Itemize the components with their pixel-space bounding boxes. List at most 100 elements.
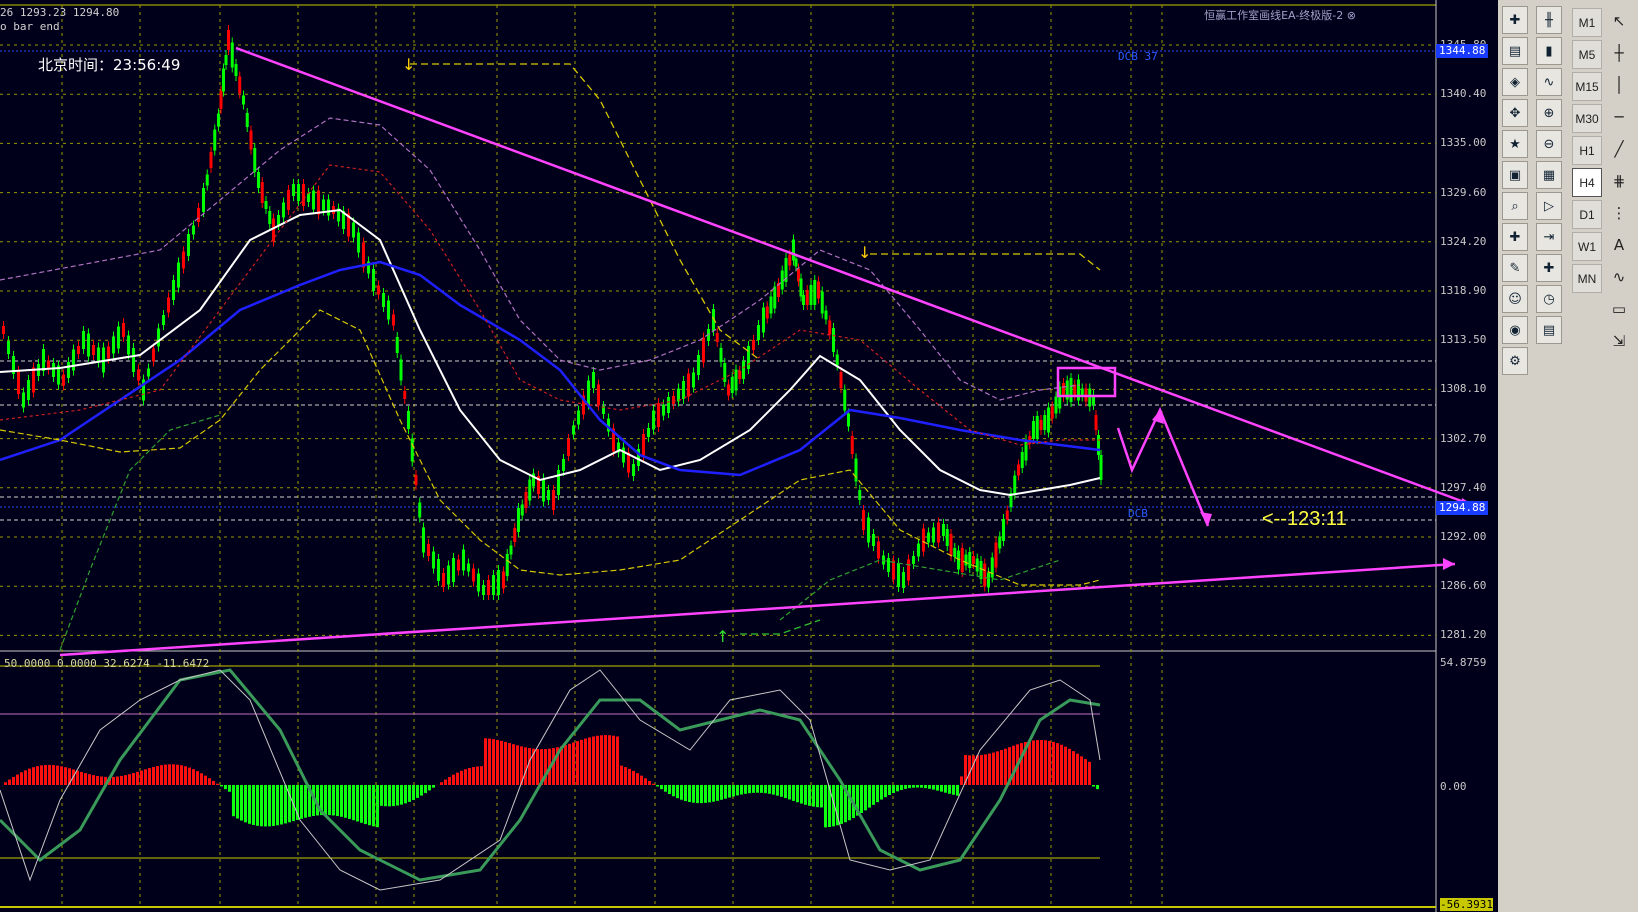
autoscroll-icon[interactable]: ▷: [1536, 192, 1562, 220]
fibonacci-icon[interactable]: ⋕: [1606, 166, 1632, 196]
crosshair-icon[interactable]: ┼: [1606, 38, 1632, 68]
indicators-icon[interactable]: ✚: [1536, 254, 1562, 282]
histogram-bar: [868, 785, 871, 808]
zoom-out-icon[interactable]: ⊖: [1536, 130, 1562, 158]
candle-body: [132, 348, 135, 372]
new-order-icon[interactable]: ✚: [1502, 223, 1528, 251]
histogram-bar: [932, 785, 935, 790]
metaeditor-icon[interactable]: ✎: [1502, 254, 1528, 282]
zoom-in-icon[interactable]: ⊕: [1536, 99, 1562, 127]
candle-body: [395, 337, 399, 353]
timeframe-m15[interactable]: M15: [1572, 72, 1602, 101]
equidistant-channel-icon[interactable]: ⋮: [1606, 198, 1632, 228]
trendline-icon[interactable]: ╱: [1606, 134, 1632, 164]
candle-chart-icon[interactable]: ▮: [1536, 37, 1562, 65]
candle-body: [757, 325, 760, 340]
timeframe-d1[interactable]: D1: [1572, 200, 1602, 229]
tile-windows-icon[interactable]: ▦: [1536, 161, 1562, 189]
price-axis-label: 1324.20: [1440, 234, 1487, 248]
timeframe-w1[interactable]: W1: [1572, 232, 1602, 261]
andrews-pitchfork-icon[interactable]: ∿: [1606, 262, 1632, 292]
new-chart-icon[interactable]: ✚: [1502, 6, 1528, 34]
candle-body: [719, 348, 723, 362]
arrow-icon[interactable]: ⇲: [1606, 326, 1632, 356]
histogram-bar: [372, 785, 375, 827]
templates-icon[interactable]: ▤: [1536, 316, 1562, 344]
histogram-bar: [212, 780, 215, 785]
histogram-bar: [184, 766, 187, 785]
candle-body: [1077, 379, 1080, 401]
candle-body: [517, 508, 520, 532]
terminal-icon[interactable]: ▣: [1502, 161, 1528, 189]
navigator-icon[interactable]: ✥: [1502, 99, 1528, 127]
line-chart-icon[interactable]: ∿: [1536, 68, 1562, 96]
candle-body: [727, 384, 730, 396]
histogram-bar: [232, 785, 235, 817]
histogram-bar: [128, 774, 131, 785]
histogram-bar: [368, 785, 371, 826]
histogram-bar: [732, 785, 735, 797]
timeframe-m30[interactable]: M30: [1572, 104, 1602, 133]
chart-area[interactable]: ↓ ↓ ↑ 26 1293.23 1294.80 o bar end 北京时间：23…: [0, 0, 1498, 912]
timeframe-h1[interactable]: H1: [1572, 136, 1602, 165]
timeframe-m5[interactable]: M5: [1572, 40, 1602, 69]
histogram-bar: [120, 775, 123, 785]
vertical-line-icon[interactable]: │: [1606, 70, 1632, 100]
histogram-bar: [796, 785, 799, 803]
histogram-bar: [20, 772, 23, 785]
candle-body: [528, 479, 532, 501]
histogram-bar: [784, 785, 787, 799]
histogram-bar: [336, 785, 339, 817]
candle-body: [697, 355, 700, 375]
histogram-bar: [800, 785, 803, 804]
candle-body: [372, 269, 375, 291]
candle-body: [788, 254, 792, 266]
candle-body: [858, 490, 862, 500]
histogram-bar: [452, 774, 455, 785]
candle-body: [234, 64, 238, 76]
profiles-icon[interactable]: ▤: [1502, 37, 1528, 65]
histogram-bar: [344, 785, 347, 818]
price-chart[interactable]: ↓ ↓ ↑: [0, 0, 1498, 912]
candle-body: [687, 373, 690, 397]
candle-body: [983, 563, 987, 587]
histogram-bar: [1072, 751, 1075, 785]
cursor-icon[interactable]: ↖: [1606, 6, 1632, 36]
timeframe-mn[interactable]: MN: [1572, 264, 1602, 293]
strategy-tester-icon[interactable]: ⌕: [1502, 192, 1528, 220]
histogram-bar: [1000, 750, 1003, 785]
bar-chart-icon[interactable]: ╫: [1536, 6, 1562, 34]
chart-shift-icon[interactable]: ⇥: [1536, 223, 1562, 251]
expert-icon[interactable]: ☺: [1502, 285, 1528, 313]
text-icon[interactable]: A: [1606, 230, 1632, 260]
rectangle-icon[interactable]: ▭: [1606, 294, 1632, 324]
timeframe-m1[interactable]: M1: [1572, 8, 1602, 37]
histogram-bar: [900, 785, 903, 790]
candle-body: [1035, 416, 1039, 439]
candle-body: [422, 527, 425, 553]
candle-body: [487, 580, 490, 595]
histogram-bar: [668, 785, 671, 795]
periods-icon[interactable]: ◷: [1536, 285, 1562, 313]
candle-body: [7, 341, 10, 354]
candle-body: [828, 320, 832, 335]
candle-body: [17, 371, 20, 394]
options-icon[interactable]: ⚙: [1502, 347, 1528, 375]
candle-body: [824, 310, 828, 320]
market-watch-icon[interactable]: ◈: [1502, 68, 1528, 96]
signals-icon[interactable]: ◉: [1502, 316, 1528, 344]
candle-body: [245, 113, 249, 127]
candle-body: [27, 380, 30, 400]
candle-body: [2, 326, 5, 334]
histogram-bar: [1036, 740, 1039, 785]
horizontal-line-icon[interactable]: ─: [1606, 102, 1632, 132]
candle-body: [312, 190, 315, 210]
histogram-bar: [160, 765, 163, 785]
timeframe-h4[interactable]: H4: [1572, 168, 1602, 197]
histogram-bar: [260, 785, 263, 827]
candle-body: [917, 543, 920, 557]
histogram-bar: [896, 785, 899, 792]
candle-body: [802, 295, 805, 305]
histogram-bar: [736, 785, 739, 796]
favorites-icon[interactable]: ★: [1502, 130, 1528, 158]
